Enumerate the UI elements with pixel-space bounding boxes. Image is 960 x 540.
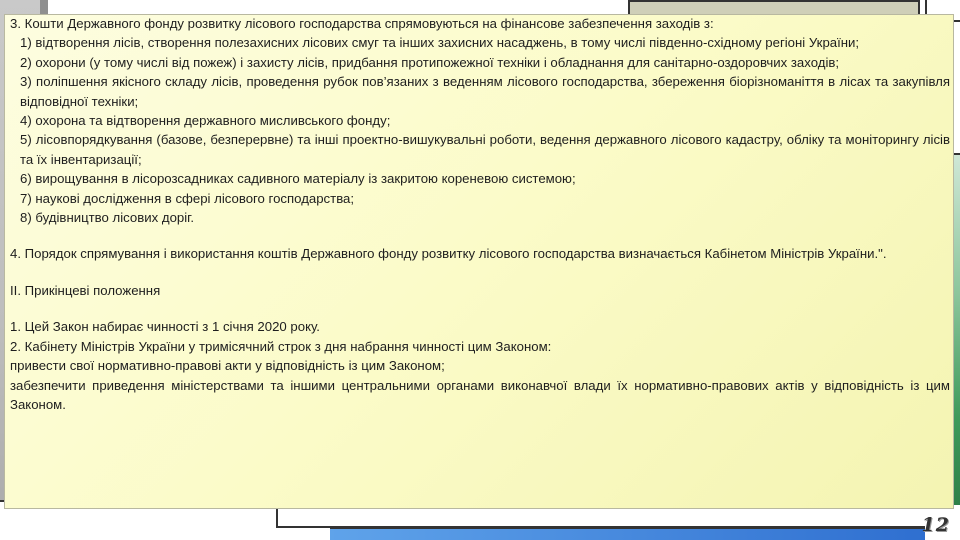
section-3-item: 1) відтворення лісів, створення полезахи… (20, 35, 860, 51)
section-3-item: 7) наукові дослідження в сфері лісового … (20, 190, 355, 206)
bottom-decor-blue-bar (330, 527, 925, 540)
section-3-item: 8) будівництво лісових доріг. (20, 210, 195, 226)
final-provision-item: 2. Кабінету Міністрів України у тримісяч… (10, 338, 552, 354)
section-3-item: 5) лісовпорядкування (базове, безперервн… (20, 132, 950, 167)
slide-content: 3. Кошти Державного фонду розвитку лісов… (10, 14, 950, 414)
final-provisions-heading: ІІ. Прикінцеві положення (10, 282, 161, 298)
section-3-item: 6) вирощування в лісорозсадниках садивно… (20, 171, 576, 187)
final-provision-item: привести свої нормативно-правові акти у … (10, 358, 445, 374)
final-provision-item: 1. Цей Закон набирає чинності з 1 січня … (10, 319, 320, 335)
section-3-item: 2) охорони (у тому числі від пожеж) і за… (20, 54, 840, 70)
section-3-intro: 3. Кошти Державного фонду розвитку лісов… (10, 16, 714, 31)
final-provision-item: забезпечити приведення міністерствами та… (10, 377, 950, 412)
section-3-item: 4) охорона та відтворення державного мис… (20, 113, 391, 129)
page-number: 12 (921, 514, 950, 536)
section-3-item: 3) поліпшення якісного складу лісів, про… (20, 74, 950, 109)
section-4-paragraph: 4. Порядок спрямування і використання ко… (10, 246, 887, 262)
